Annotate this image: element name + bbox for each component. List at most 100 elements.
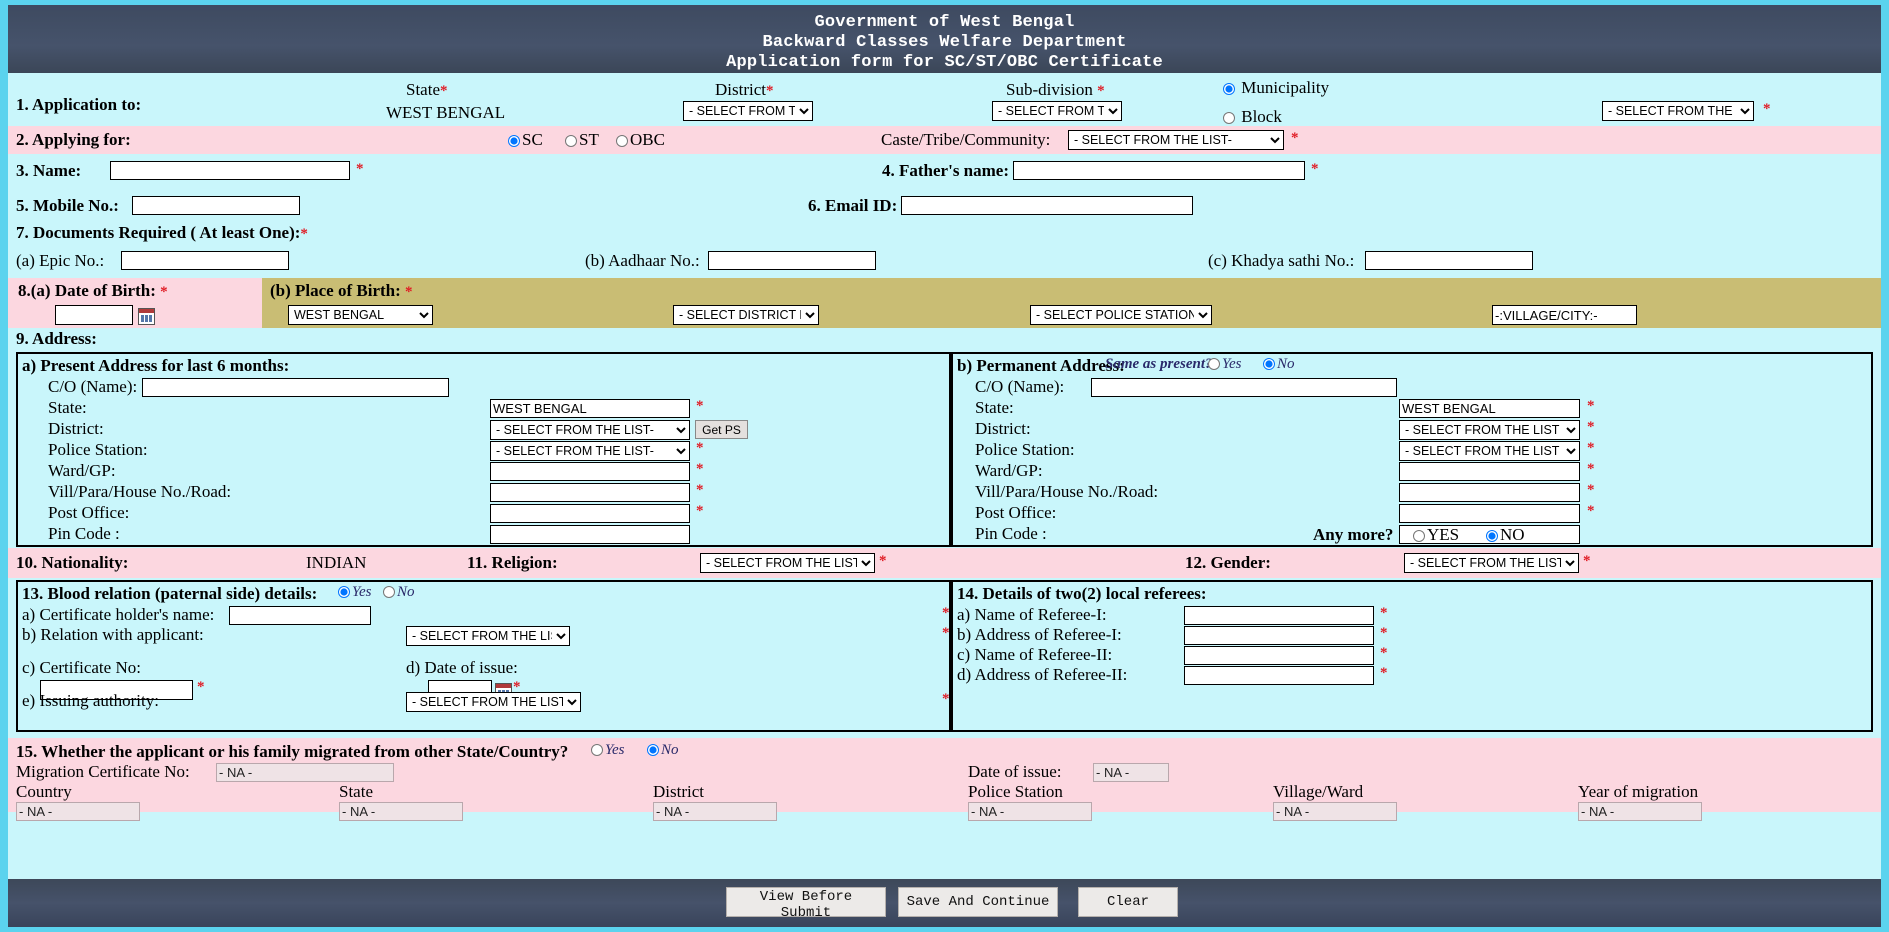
save-and-continue-button[interactable]: Save And Continue <box>898 887 1058 917</box>
referee1-name-input[interactable] <box>1184 606 1374 625</box>
referee2-name-input[interactable] <box>1184 646 1374 665</box>
same-as-present-yes-wrap[interactable]: Yes <box>1208 356 1241 373</box>
required-star: * <box>197 679 205 695</box>
certificate-holder-input[interactable] <box>229 606 371 625</box>
same-as-present-no-label: No <box>1277 356 1295 372</box>
mobile-input[interactable] <box>132 196 300 215</box>
permanent-co-input[interactable] <box>1091 378 1397 397</box>
block-radio[interactable] <box>1223 112 1235 124</box>
calendar-icon[interactable] <box>138 308 155 325</box>
present-post-office-input[interactable] <box>490 504 690 523</box>
pob-state-select[interactable]: WEST BENGAL <box>288 305 433 325</box>
permanent-co-label: C/O (Name): <box>975 377 1065 396</box>
fathers-name-input[interactable] <box>1013 161 1305 180</box>
migration-ps-input[interactable] <box>968 802 1092 821</box>
religion-label: 11. Religion: <box>467 553 558 572</box>
gender-select[interactable]: - SELECT FROM THE LIST - <box>1404 553 1579 573</box>
present-pin-input[interactable] <box>490 525 690 544</box>
religion-select[interactable]: - SELECT FROM THE LIST - <box>700 553 875 573</box>
any-more-yes-wrap[interactable]: YES <box>1413 525 1459 545</box>
st-radio[interactable] <box>565 135 577 147</box>
required-star: * <box>1587 482 1595 498</box>
permanent-post-office-input[interactable] <box>1399 504 1580 523</box>
section-1-label: 1. Application to: <box>16 95 142 114</box>
migration-date-input[interactable] <box>1093 763 1169 782</box>
get-ps-button[interactable]: Get PS <box>695 420 748 439</box>
present-co-input[interactable] <box>142 378 449 397</box>
migration-cert-label: Migration Certificate No: <box>16 762 190 781</box>
any-more-yes-radio[interactable] <box>1413 530 1425 542</box>
any-more-label: Any more? <box>1313 525 1394 544</box>
same-as-present-yes-label: Yes <box>1222 356 1242 372</box>
office-select[interactable]: - SELECT FROM THE LIST - <box>1602 101 1754 121</box>
certificate-no-label: c) Certificate No: <box>22 658 141 677</box>
present-state-input[interactable] <box>490 399 690 418</box>
section-migration: 15. Whether the applicant or his family … <box>8 738 1881 821</box>
migration-country-input[interactable] <box>16 802 140 821</box>
present-vill-input[interactable] <box>490 483 690 502</box>
migration-village-input[interactable] <box>1273 802 1397 821</box>
blood-relation-yes-wrap[interactable]: Yes <box>338 584 371 601</box>
pob-police-station-select[interactable]: - SELECT POLICE STATION FROM THE LIST - <box>1030 305 1212 325</box>
present-district-select[interactable]: - SELECT FROM THE LIST- <box>490 420 690 440</box>
migration-district-input[interactable] <box>653 802 777 821</box>
block-radio-wrap[interactable]: Block <box>1223 107 1282 127</box>
same-as-present-no-radio[interactable] <box>1263 358 1275 370</box>
present-police-station-select[interactable]: - SELECT FROM THE LIST- <box>490 441 690 461</box>
view-before-submit-button[interactable]: View Before Submit <box>726 887 886 921</box>
any-more-no-wrap[interactable]: NO <box>1486 525 1525 545</box>
khadya-input[interactable] <box>1365 251 1533 270</box>
referee2-address-input[interactable] <box>1184 666 1374 685</box>
present-ward-input[interactable] <box>490 462 690 481</box>
permanent-district-select[interactable]: - SELECT FROM THE LIST - <box>1399 420 1580 440</box>
permanent-state-input[interactable] <box>1399 399 1580 418</box>
aadhaar-input[interactable] <box>708 251 876 270</box>
migration-no-wrap[interactable]: No <box>647 742 679 759</box>
blood-relation-no-radio[interactable] <box>383 586 395 598</box>
clear-button[interactable]: Clear <box>1078 887 1178 917</box>
permanent-vill-input[interactable] <box>1399 483 1580 502</box>
permanent-ward-input[interactable] <box>1399 462 1580 481</box>
migration-yes-label: Yes <box>605 742 625 758</box>
blood-relation-yes-label: Yes <box>352 584 372 600</box>
migration-yes-radio[interactable] <box>591 744 603 756</box>
dob-input[interactable] <box>55 305 133 325</box>
issuing-authority-select[interactable]: - SELECT FROM THE LIST - <box>406 692 581 712</box>
blood-relation-no-wrap[interactable]: No <box>383 584 415 601</box>
migration-year-input[interactable] <box>1578 802 1702 821</box>
same-as-present-no-wrap[interactable]: No <box>1263 356 1295 373</box>
blood-relation-yes-radio[interactable] <box>338 586 350 598</box>
sc-radio-wrap[interactable]: SC <box>508 130 543 150</box>
obc-radio[interactable] <box>616 135 628 147</box>
pob-district-select[interactable]: - SELECT DISTRICT FROM THE LIST - <box>673 305 819 325</box>
relation-select[interactable]: - SELECT FROM THE LIST - <box>406 626 570 646</box>
required-star: * <box>1291 130 1299 146</box>
municipality-radio-wrap[interactable]: Municipality <box>1223 78 1329 98</box>
migration-yes-wrap[interactable]: Yes <box>591 742 624 759</box>
subdivision-select[interactable]: - SELECT FROM THE LIST - <box>992 101 1122 121</box>
municipality-radio[interactable] <box>1223 83 1235 95</box>
referee1-address-input[interactable] <box>1184 626 1374 645</box>
migration-cert-input[interactable] <box>216 763 394 782</box>
migration-no-radio[interactable] <box>647 744 659 756</box>
same-as-present-yes-radio[interactable] <box>1208 358 1220 370</box>
epic-input[interactable] <box>121 251 289 270</box>
permanent-police-station-select[interactable]: - SELECT FROM THE LIST - <box>1399 441 1580 461</box>
caste-select[interactable]: - SELECT FROM THE LIST- <box>1068 130 1284 150</box>
sc-radio[interactable] <box>508 135 520 147</box>
documents-label: 7. Documents Required ( At least One):* <box>16 223 308 242</box>
permanent-pin-label: Pin Code : <box>975 524 1047 543</box>
obc-radio-wrap[interactable]: OBC <box>616 130 665 150</box>
migration-state-input[interactable] <box>339 802 463 821</box>
present-district-label: District: <box>48 419 104 438</box>
any-more-no-radio[interactable] <box>1486 530 1498 542</box>
required-star: * <box>1587 503 1595 519</box>
permanent-post-office-label: Post Office: <box>975 503 1057 522</box>
pob-village-input[interactable] <box>1492 305 1637 325</box>
district-select[interactable]: - SELECT FROM THE LIST - <box>683 101 813 121</box>
email-input[interactable] <box>901 196 1193 215</box>
name-input[interactable] <box>110 161 350 180</box>
st-radio-wrap[interactable]: ST <box>565 130 599 150</box>
present-co-label: C/O (Name): <box>48 377 138 396</box>
blood-relation-no-label: No <box>397 584 415 600</box>
